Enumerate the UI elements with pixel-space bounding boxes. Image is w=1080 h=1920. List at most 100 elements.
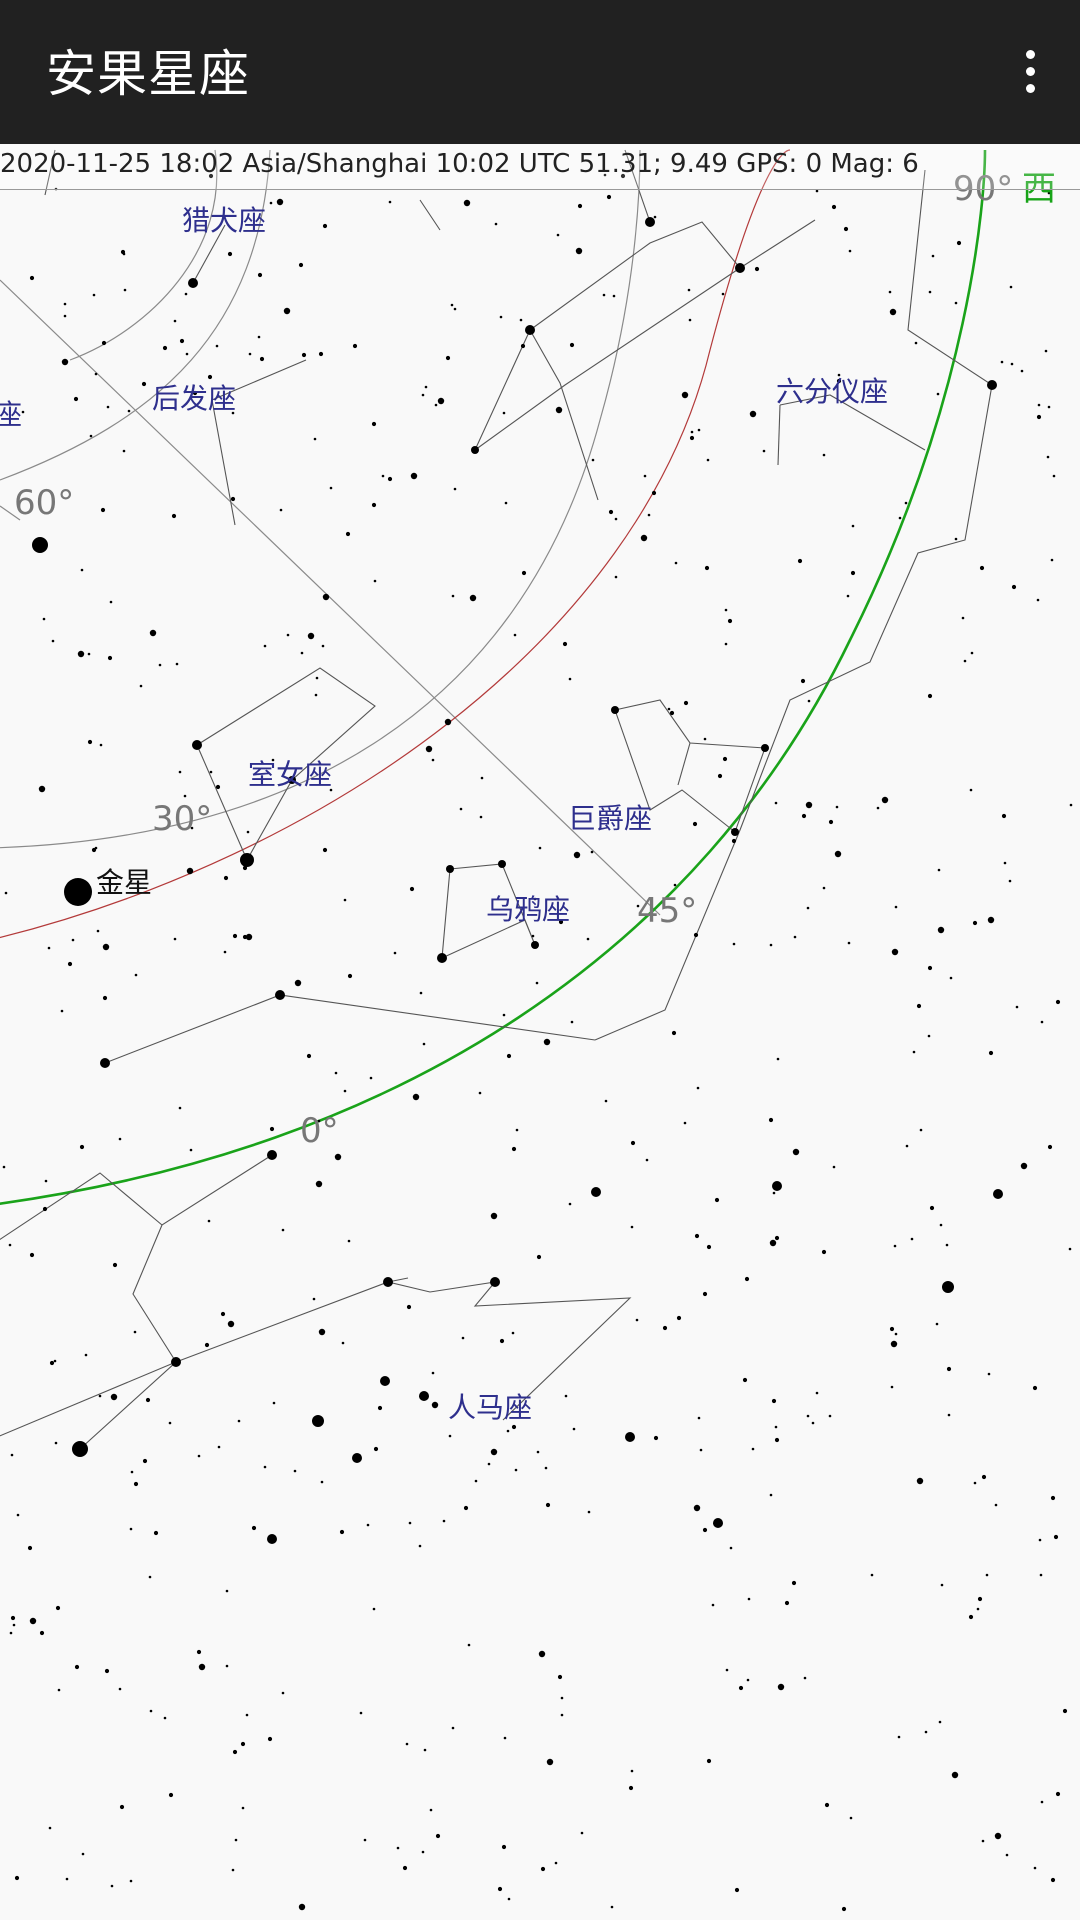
- star: [171, 513, 177, 519]
- star: [225, 1589, 229, 1593]
- star: [711, 1603, 715, 1607]
- star: [928, 290, 932, 294]
- star: [10, 1615, 16, 1621]
- star: [951, 1771, 959, 1779]
- star: [412, 1093, 420, 1101]
- star: [130, 1470, 134, 1474]
- star: [676, 1315, 682, 1321]
- star: [568, 677, 572, 681]
- star: [321, 644, 325, 648]
- star: [1003, 861, 1007, 865]
- bright-star: [993, 1189, 1003, 1199]
- star: [234, 1838, 238, 1842]
- label-crater[interactable]: 巨爵座: [568, 802, 652, 835]
- star: [162, 345, 168, 351]
- label-sextans[interactable]: 六分仪座: [776, 375, 888, 408]
- star: [405, 1742, 409, 1746]
- star: [1032, 1385, 1038, 1391]
- star: [560, 1713, 564, 1717]
- bright-star: [72, 1441, 88, 1457]
- star: [65, 1877, 69, 1881]
- star: [614, 575, 618, 579]
- star: [21, 410, 25, 414]
- star: [519, 318, 523, 322]
- star: [506, 1053, 512, 1059]
- star: [329, 486, 333, 490]
- star: [747, 1597, 751, 1601]
- venus-marker[interactable]: 金星: [64, 866, 152, 906]
- star: [4, 891, 8, 895]
- star: [602, 293, 606, 297]
- star: [281, 1691, 285, 1695]
- bright-star: [188, 278, 198, 288]
- star: [215, 784, 221, 790]
- star: [961, 616, 965, 620]
- more-options-button[interactable]: [1002, 44, 1058, 100]
- star: [145, 1397, 151, 1403]
- star: [521, 570, 527, 576]
- bright-star: [419, 1391, 429, 1401]
- more-vert-icon-dot: [1026, 84, 1035, 93]
- star: [1038, 1538, 1042, 1542]
- star: [577, 203, 583, 209]
- star: [104, 1668, 110, 1674]
- star: [223, 950, 227, 954]
- star: [1044, 349, 1048, 353]
- star: [168, 1421, 172, 1425]
- star: [127, 409, 131, 413]
- star: [544, 1466, 548, 1470]
- star: [692, 821, 698, 827]
- star: [572, 1427, 576, 1431]
- star: [949, 976, 953, 980]
- star: [1000, 360, 1004, 364]
- label-sagittarius[interactable]: 人马座: [448, 1391, 532, 1424]
- star: [467, 1643, 471, 1647]
- star: [811, 1421, 815, 1425]
- star: [554, 1861, 558, 1865]
- star: [606, 194, 612, 200]
- star: [248, 352, 252, 356]
- star: [307, 632, 315, 640]
- star: [186, 867, 194, 875]
- label-canes-venatici[interactable]: 猎犬座: [182, 204, 266, 237]
- star: [474, 1479, 478, 1483]
- bright-star: [611, 706, 619, 714]
- star: [102, 995, 108, 1001]
- star: [946, 1366, 952, 1372]
- star: [372, 1607, 376, 1611]
- star: [694, 1233, 700, 1239]
- star: [196, 1649, 202, 1655]
- star: [988, 1050, 994, 1056]
- star: [409, 886, 415, 892]
- app-title: 安果星座: [46, 45, 250, 103]
- star: [898, 516, 902, 520]
- star: [904, 501, 908, 505]
- star: [431, 1371, 435, 1375]
- star: [929, 1205, 935, 1211]
- star: [970, 651, 974, 655]
- star: [828, 819, 834, 825]
- star: [230, 496, 236, 502]
- label-partial-left[interactable]: 座: [0, 398, 22, 431]
- bright-star: [267, 1150, 277, 1160]
- star: [994, 1503, 998, 1507]
- bright-star: [942, 1281, 954, 1293]
- star: [769, 1239, 777, 1247]
- star: [39, 1630, 45, 1636]
- star: [149, 629, 157, 637]
- star: [828, 1414, 832, 1418]
- star: [431, 758, 435, 762]
- star: [834, 850, 842, 858]
- sky-map[interactable]: 金星 猎犬座 后发座 座 六分仪座 室女座 巨爵座 乌鸦座 人马座 60° 30…: [0, 0, 1080, 1920]
- label-virgo[interactable]: 室女座: [248, 758, 332, 791]
- star: [381, 474, 385, 478]
- star: [435, 1833, 441, 1839]
- star: [1052, 474, 1056, 478]
- bright-star: [987, 380, 997, 390]
- star: [777, 1683, 785, 1691]
- label-coma-berenices[interactable]: 后发座: [152, 382, 236, 415]
- star: [724, 608, 728, 612]
- label-corvus[interactable]: 乌鸦座: [486, 893, 570, 926]
- star: [643, 474, 647, 478]
- degree-label-30: 30°: [152, 799, 212, 839]
